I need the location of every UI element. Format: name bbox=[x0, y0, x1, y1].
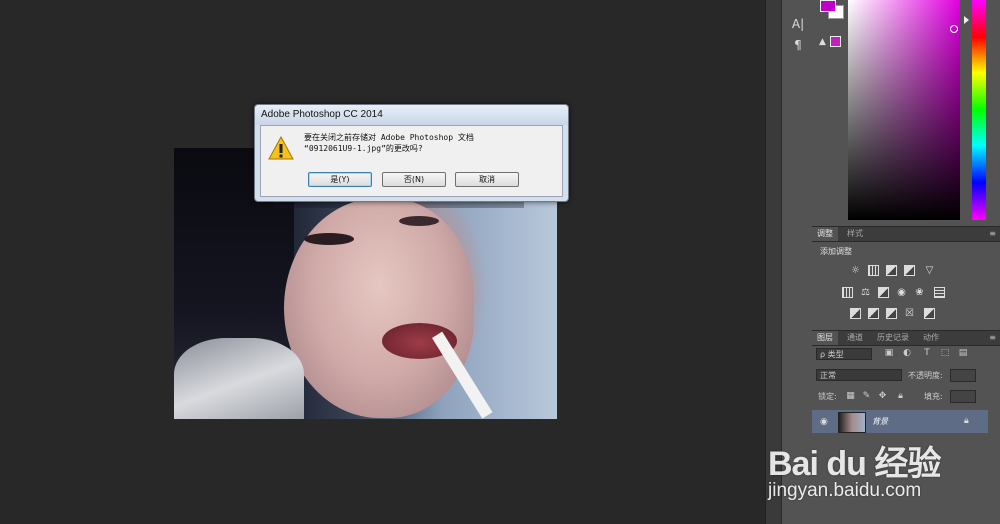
color-picker-cursor[interactable] bbox=[950, 25, 958, 33]
blend-mode-select[interactable]: 正常 bbox=[816, 369, 902, 381]
color-saturation-field[interactable] bbox=[848, 0, 960, 220]
color-panel: ▲ bbox=[812, 0, 1000, 225]
vibrance-icon[interactable]: ▽ bbox=[924, 265, 935, 276]
color-balance-icon[interactable]: ⚖ bbox=[860, 287, 871, 298]
filter-pixel-icon[interactable]: ▣ bbox=[884, 348, 894, 359]
tab-styles[interactable]: 样式 bbox=[842, 227, 868, 241]
lock-transparent-icon[interactable]: ▦ bbox=[846, 392, 855, 401]
tab-channels[interactable]: 通道 bbox=[842, 331, 868, 345]
photo-collar bbox=[174, 338, 304, 419]
gamut-swatch[interactable] bbox=[830, 36, 841, 47]
lock-position-icon[interactable]: ✥ bbox=[878, 392, 887, 401]
photo-face bbox=[284, 198, 474, 418]
photo-filter-icon[interactable]: ◉ bbox=[896, 287, 907, 298]
tab-history[interactable]: 历史记录 bbox=[872, 331, 914, 345]
dialog-message-line2: “0912061U9-1.jpg”的更改吗? bbox=[304, 144, 423, 153]
dialog-message: 要在关闭之前存储对 Adobe Photoshop 文档 “0912061U9-… bbox=[304, 132, 474, 154]
layers-panel-menu-icon[interactable]: ≡ bbox=[989, 333, 996, 342]
brightness-icon[interactable]: ☼ bbox=[850, 265, 861, 276]
gradient-map-icon[interactable]: ☒ bbox=[904, 308, 915, 319]
selective-color-icon[interactable] bbox=[924, 308, 935, 319]
character-panel-icon[interactable]: A| bbox=[790, 16, 806, 32]
cancel-button[interactable]: 取消 bbox=[455, 172, 519, 187]
panel-menu-icon[interactable]: ≡ bbox=[989, 229, 996, 238]
tab-adjustments[interactable]: 调整 bbox=[812, 227, 838, 241]
hue-saturation-icon[interactable] bbox=[842, 287, 853, 298]
opacity-label: 不透明度: bbox=[908, 371, 943, 380]
filter-adjustment-icon[interactable]: ◐ bbox=[902, 348, 912, 359]
document-canvas[interactable]: Adobe Photoshop CC 2014 要在关闭之前存储对 Adobe … bbox=[0, 0, 765, 524]
lock-label: 锁定: bbox=[818, 392, 837, 401]
watermark-url: jingyan.baidu.com bbox=[768, 480, 922, 501]
yes-button[interactable]: 是(Y) bbox=[308, 172, 372, 187]
adjustments-title: 添加调整 bbox=[820, 247, 852, 256]
dialog-message-line1: 要在关闭之前存储对 Adobe Photoshop 文档 bbox=[304, 133, 474, 142]
opacity-field[interactable] bbox=[950, 369, 976, 382]
foreground-color-swatch[interactable] bbox=[820, 0, 836, 12]
exposure-icon[interactable] bbox=[904, 265, 915, 276]
layer-name[interactable]: 背景 bbox=[872, 416, 888, 427]
paragraph-panel-icon[interactable]: ¶ bbox=[790, 37, 806, 53]
no-button[interactable]: 否(N) bbox=[382, 172, 446, 187]
posterize-icon[interactable] bbox=[868, 308, 879, 319]
fill-label: 填充: bbox=[924, 392, 943, 401]
filter-smart-icon[interactable]: ▤ bbox=[958, 348, 968, 359]
gamut-warning-icon: ▲ bbox=[819, 37, 826, 47]
watermark-logo: Bai du 经验 bbox=[768, 436, 941, 485]
levels-icon[interactable] bbox=[868, 265, 879, 276]
lock-all-icon[interactable]: 🔒︎ bbox=[896, 392, 905, 401]
dialog-body: 要在关闭之前存储对 Adobe Photoshop 文档 “0912061U9-… bbox=[260, 125, 563, 197]
layer-thumbnail bbox=[838, 412, 866, 433]
layers-tabbar: 图层 通道 历史记录 动作 ≡ bbox=[812, 330, 1000, 346]
filter-type-icon[interactable]: T bbox=[922, 348, 932, 359]
tab-actions[interactable]: 动作 bbox=[918, 331, 944, 345]
adjustments-tabbar: 调整 样式 ≡ bbox=[812, 226, 1000, 242]
warning-icon bbox=[268, 136, 294, 160]
curves-icon[interactable] bbox=[886, 265, 897, 276]
photo-eye-left bbox=[304, 233, 354, 245]
tab-layers[interactable]: 图层 bbox=[812, 331, 838, 345]
hue-slider[interactable] bbox=[972, 0, 986, 220]
fill-field[interactable] bbox=[950, 390, 976, 403]
dialog-title: Adobe Photoshop CC 2014 bbox=[255, 105, 568, 125]
black-white-icon[interactable] bbox=[878, 287, 889, 298]
layer-filter-select[interactable]: ρ 类型 bbox=[816, 348, 872, 360]
hue-slider-arrow[interactable] bbox=[964, 16, 969, 24]
invert-icon[interactable] bbox=[850, 308, 861, 319]
layer-lock-icon: 🔒︎ bbox=[964, 416, 969, 426]
color-lookup-icon[interactable] bbox=[934, 287, 945, 298]
layer-row[interactable]: ◉ 背景 🔒︎ bbox=[812, 410, 988, 433]
watermark-brand: Bai du 经验 bbox=[768, 445, 941, 483]
photo-eye-right bbox=[399, 216, 439, 226]
threshold-icon[interactable] bbox=[886, 308, 897, 319]
lock-image-icon[interactable]: ✎ bbox=[862, 392, 871, 401]
channel-mixer-icon[interactable]: ❀ bbox=[914, 287, 925, 298]
filter-shape-icon[interactable]: ⬚ bbox=[940, 348, 950, 359]
save-changes-dialog: Adobe Photoshop CC 2014 要在关闭之前存储对 Adobe … bbox=[254, 104, 569, 202]
eye-icon[interactable]: ◉ bbox=[820, 417, 828, 427]
